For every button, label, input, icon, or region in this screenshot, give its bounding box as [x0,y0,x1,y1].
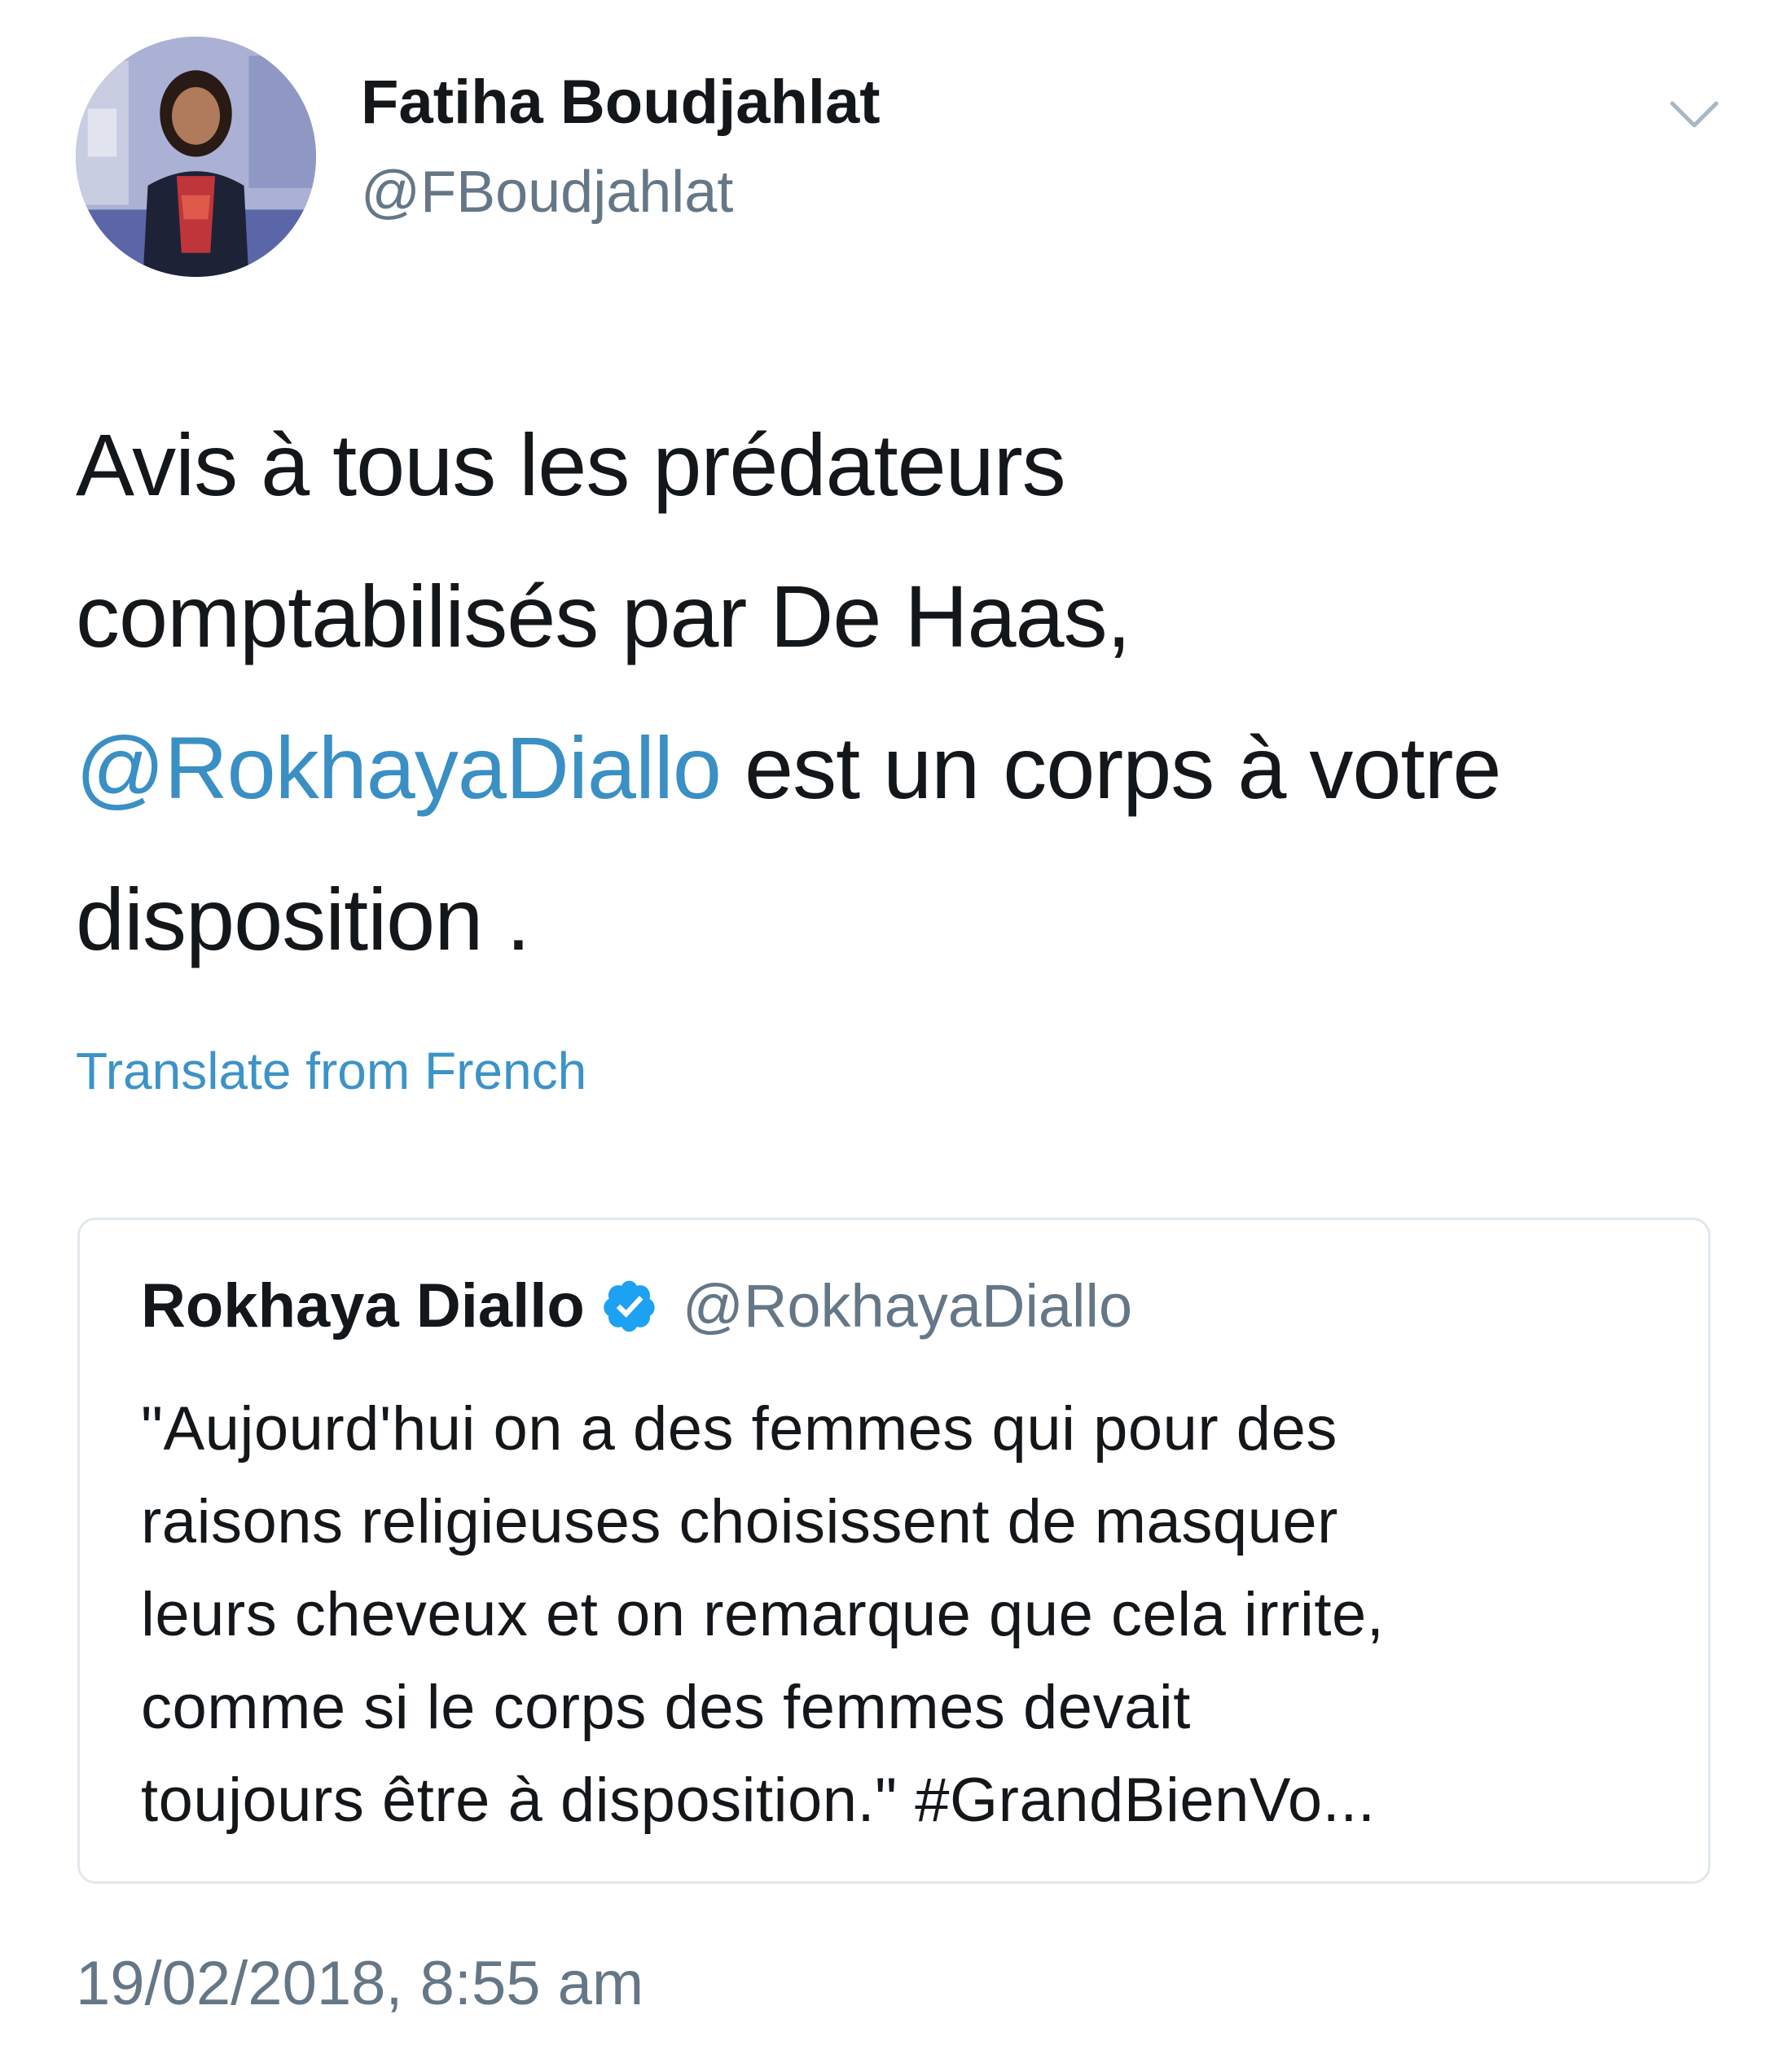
quoted-author-name: Rokhaya Diallo [141,1271,585,1341]
translate-link[interactable]: Translate from French [76,1045,586,1097]
tweet-card: Fatiha Boudjahlat @FBoudjahlat Avis à to… [0,0,1792,2045]
quoted-tweet-header: Rokhaya Diallo @RokhayaDiallo [141,1275,1132,1337]
mention-link[interactable]: @RokhayaDiallo [76,718,722,817]
quoted-tweet[interactable]: Rokhaya Diallo @RokhayaDiallo "Aujourd'h… [77,1218,1711,1884]
author-handle[interactable]: @FBoudjahlat [361,163,733,222]
tweet-timestamp[interactable]: 19/02/2018, 8:55 am [76,1953,643,2015]
avatar[interactable] [76,37,316,277]
verified-badge-icon [601,1278,658,1335]
tweet-text: Avis à tous les prédateurs comptabilisés… [76,389,1729,995]
quoted-author-handle: @RokhayaDiallo [682,1272,1133,1340]
tweet-text-line: @RokhayaDiallo est un corps à votre [76,692,1729,844]
tweet-text-segment: est un corps à votre [721,718,1501,817]
tweet-text-line: disposition . [76,870,530,968]
tweet-text-line: comptabilisés par De Haas, [76,567,1131,665]
quoted-tweet-text: "Aujourd'hui on a des femmes qui pour de… [141,1383,1672,1847]
quoted-text-line: "Aujourd'hui on a des femmes qui pour de… [141,1394,1337,1464]
quoted-text-line: toujours être à disposition." #GrandBien… [141,1766,1376,1835]
quoted-text-line: leurs cheveux et on remarque que cela ir… [141,1580,1385,1649]
quoted-text-line: raisons religieuses choisissent de masqu… [141,1487,1338,1556]
tweet-text-line: Avis à tous les prédateurs [76,415,1066,514]
chevron-down-icon[interactable] [1666,86,1723,143]
author-name[interactable]: Fatiha Boudjahlat [361,72,881,134]
quoted-text-line: comme si le corps des femmes devait [141,1673,1191,1742]
